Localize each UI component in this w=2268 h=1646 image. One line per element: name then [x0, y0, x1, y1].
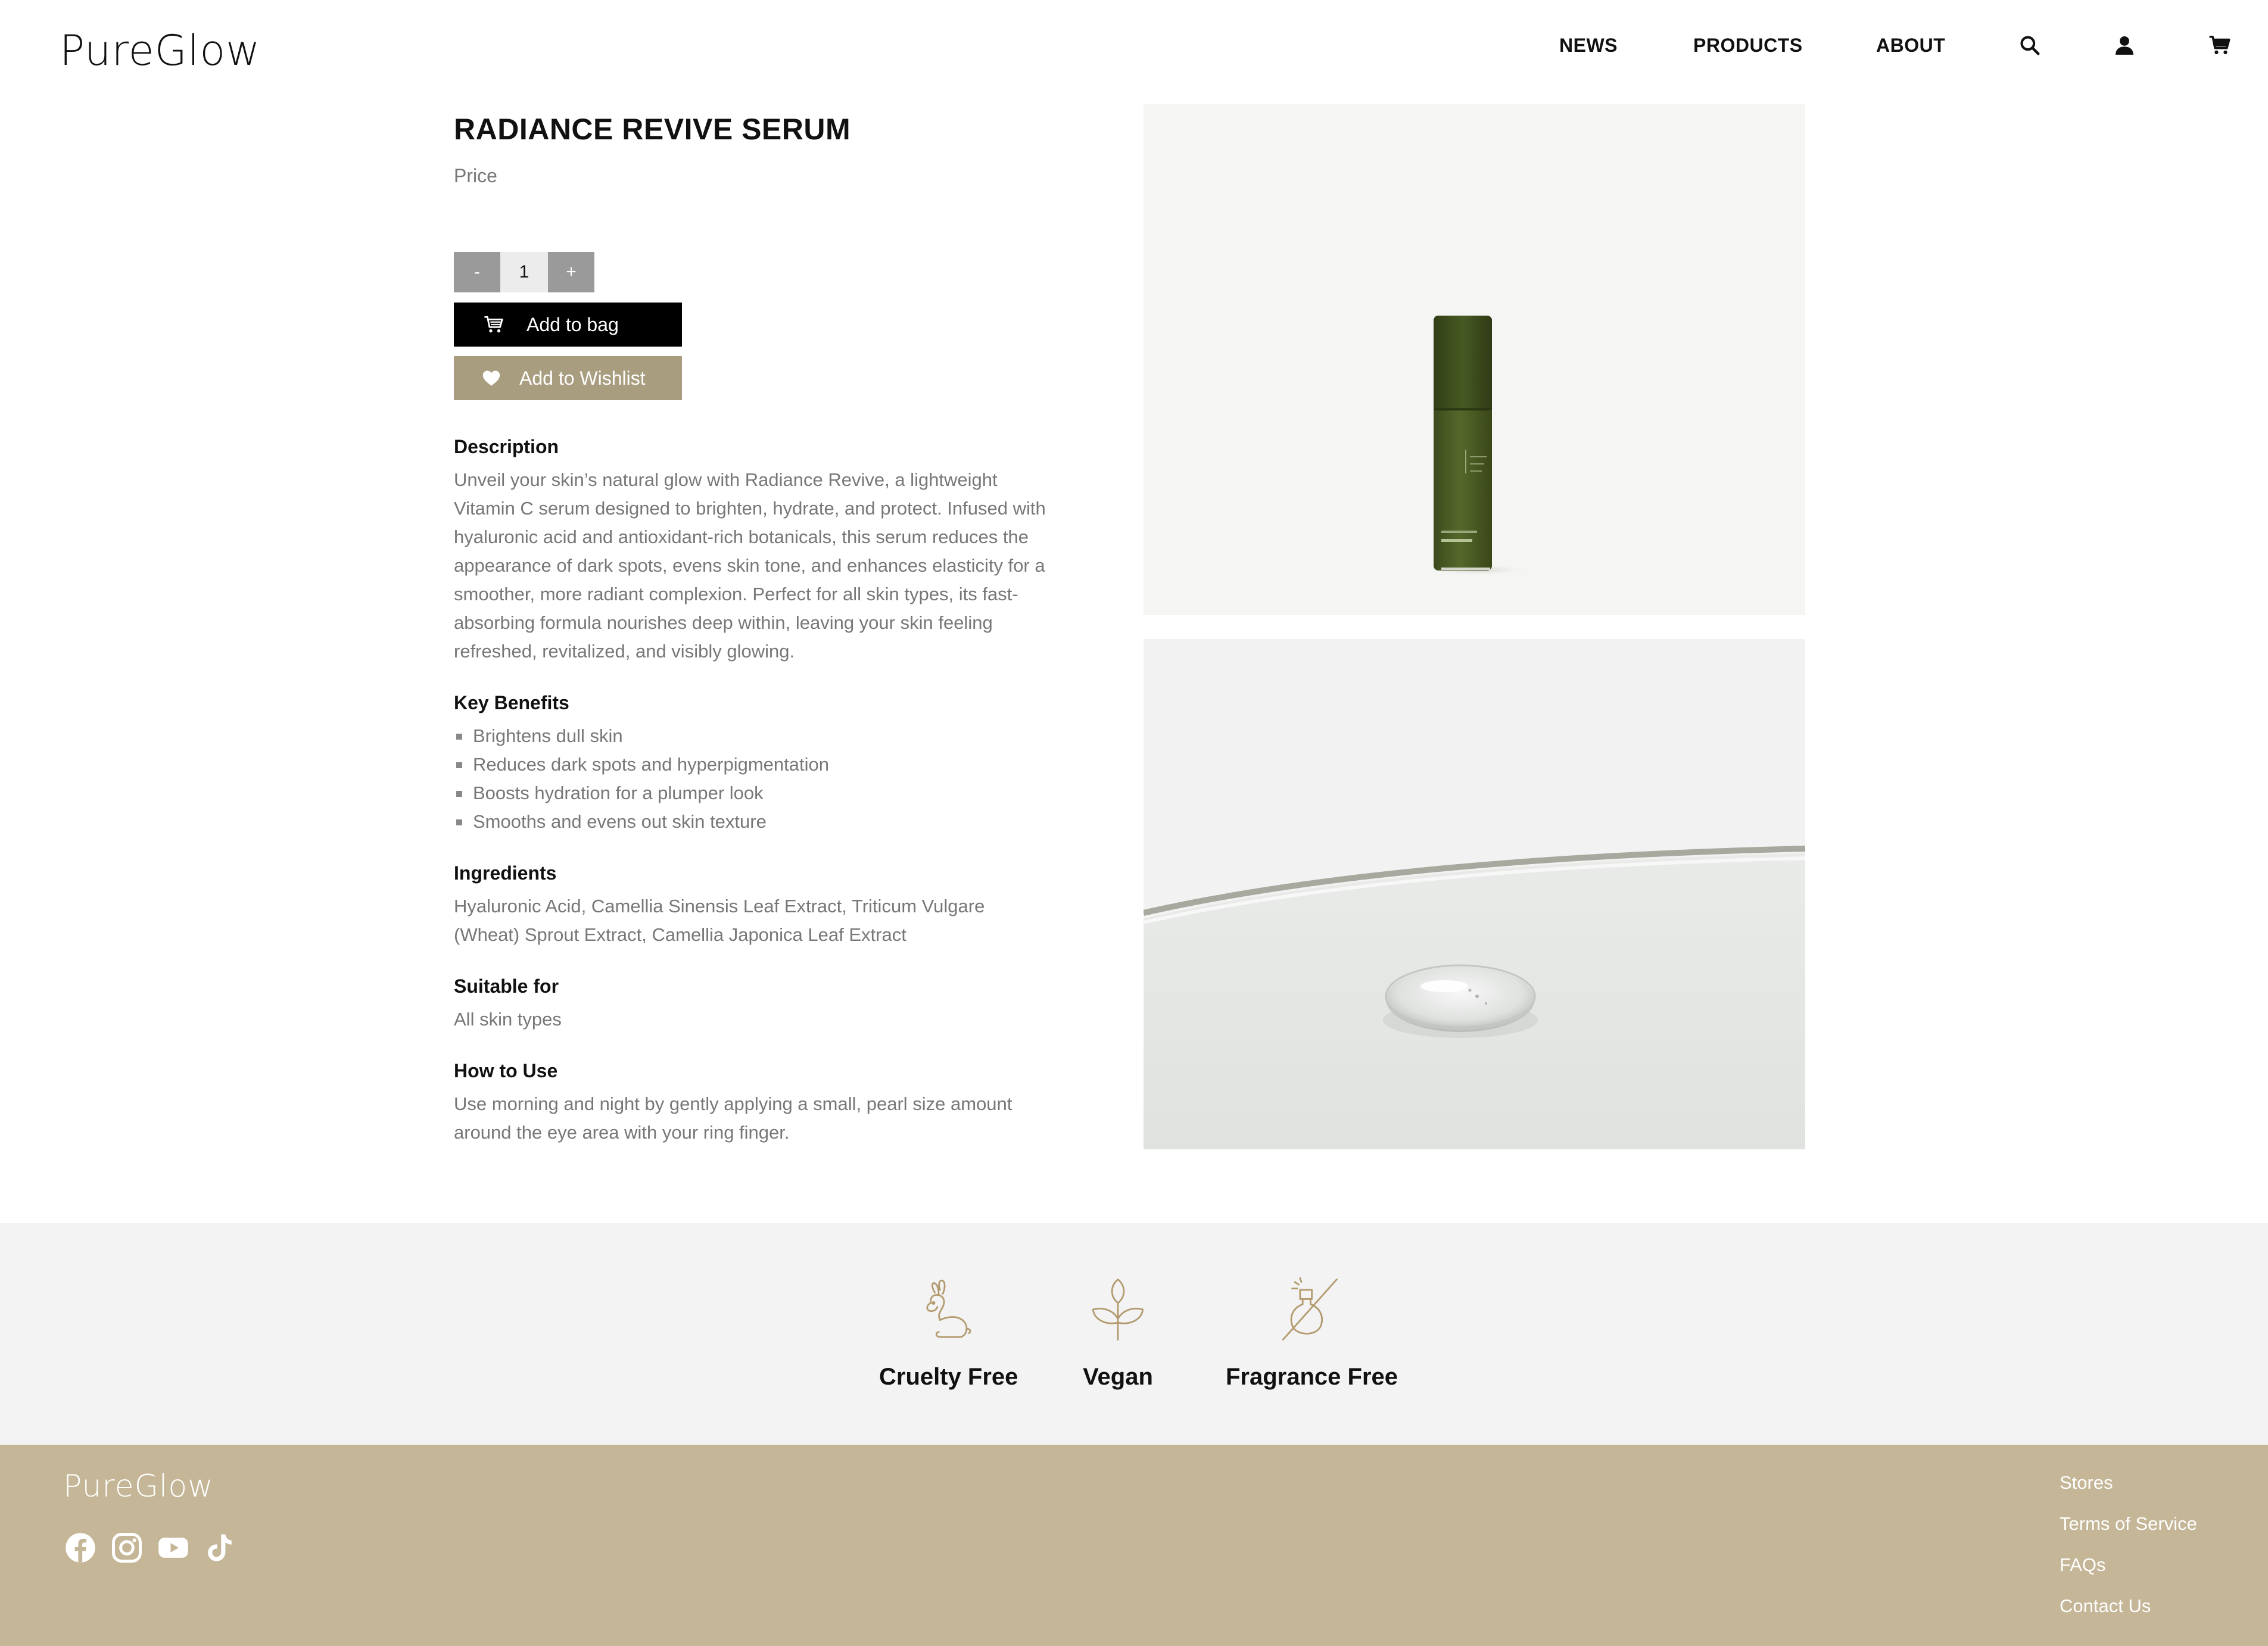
footer-link-terms[interactable]: Terms of Service — [2060, 1512, 2197, 1536]
description-section: Description Unveil your skin’s natural g… — [454, 434, 1049, 666]
ingredients-text: Hyaluronic Acid, Camellia Sinensis Leaf … — [454, 896, 985, 945]
heart-icon — [482, 370, 500, 386]
description-text: Unveil your skin’s natural glow with Rad… — [454, 469, 1046, 662]
how-to-use-heading: How to Use — [454, 1060, 558, 1081]
suitable-heading: Suitable for — [454, 975, 559, 997]
youtube-icon[interactable] — [157, 1532, 189, 1564]
suitable-section: Suitable for All skin types — [454, 973, 1049, 1034]
tiktok-icon[interactable] — [204, 1532, 236, 1564]
facebook-icon[interactable] — [64, 1532, 96, 1564]
footer-link-contact[interactable]: Contact Us — [2060, 1594, 2197, 1618]
quantity-stepper: - 1 + — [454, 252, 594, 292]
benefit-item: Smooths and evens out skin texture — [454, 808, 1049, 836]
suitable-text: All skin types — [454, 1009, 562, 1030]
benefits-section: Key Benefits Brightens dull skin Reduces… — [454, 690, 1049, 836]
badge-label: Vegan — [1083, 1364, 1153, 1390]
add-to-bag-label: Add to bag — [526, 314, 619, 335]
add-to-wishlist-button[interactable]: Add to Wishlist — [454, 356, 682, 400]
search-icon[interactable] — [2017, 32, 2043, 58]
product-badges: Cruelty Free Vegan Fragrance Free — [0, 1223, 2268, 1445]
no-fragrance-icon — [1282, 1277, 1338, 1341]
badge-vegan: Vegan — [1083, 1277, 1153, 1392]
footer-links: Stores Terms of Service FAQs Contact Us — [2060, 1471, 2197, 1635]
leaf-icon — [1092, 1279, 1144, 1341]
description-heading: Description — [454, 436, 559, 457]
cart-icon[interactable] — [2207, 32, 2233, 58]
ingredients-section: Ingredients Hyaluronic Acid, Camellia Si… — [454, 860, 1049, 949]
badge-label: Fragrance Free — [1226, 1364, 1398, 1390]
benefit-item: Reduces dark spots and hyperpigmentation — [454, 750, 1049, 779]
product-title: RADIANCE REVIVE SERUM — [454, 113, 851, 146]
benefit-item: Boosts hydration for a plumper look — [454, 779, 1049, 808]
add-to-bag-button[interactable]: Add to bag — [454, 303, 682, 347]
badge-cruelty-free: Cruelty Free — [879, 1277, 1018, 1392]
social-links — [64, 1532, 250, 1564]
cart-icon — [484, 316, 503, 333]
product-price: Price — [454, 165, 497, 186]
nav-products[interactable]: PRODUCTS — [1693, 33, 1803, 57]
instagram-icon[interactable] — [111, 1532, 143, 1564]
site-header: PureGlow NEWS PRODUCTS ABOUT — [0, 0, 2268, 101]
product-image-bottle[interactable] — [1144, 104, 1805, 615]
user-icon[interactable] — [2111, 32, 2138, 58]
quantity-decrease-button[interactable]: - — [454, 252, 500, 292]
rabbit-icon — [926, 1279, 971, 1338]
nav-about[interactable]: ABOUT — [1876, 33, 1945, 57]
quantity-input[interactable]: 1 — [500, 252, 548, 292]
footer-link-faqs[interactable]: FAQs — [2060, 1553, 2197, 1577]
product-info: RADIANCE REVIVE SERUM Price — [454, 110, 1049, 188]
footer-logo[interactable]: PureGlow — [63, 1467, 214, 1505]
ingredients-heading: Ingredients — [454, 862, 557, 884]
add-to-wishlist-label: Add to Wishlist — [519, 367, 646, 389]
footer-link-stores[interactable]: Stores — [2060, 1471, 2197, 1495]
product-page: PureGlow NEWS PRODUCTS ABOUT RADIANCE RE… — [0, 0, 2268, 1646]
quantity-increase-button[interactable]: + — [548, 252, 594, 292]
benefits-list: Brightens dull skin Reduces dark spots a… — [454, 722, 1049, 836]
product-image-texture[interactable] — [1144, 639, 1805, 1149]
site-logo[interactable]: PureGlow — [60, 24, 260, 77]
how-to-use-section: How to Use Use morning and night by gent… — [454, 1058, 1049, 1147]
site-footer: PureGlow Stores Terms of Service FAQs Co… — [0, 1445, 2268, 1646]
badge-fragrance-free: Fragrance Free — [1226, 1277, 1398, 1392]
how-to-use-text: Use morning and night by gently applying… — [454, 1093, 1012, 1143]
nav-news[interactable]: NEWS — [1559, 33, 1618, 57]
badge-label: Cruelty Free — [879, 1364, 1018, 1390]
product-details: Description Unveil your skin’s natural g… — [454, 434, 1049, 1147]
benefits-heading: Key Benefits — [454, 692, 569, 713]
benefit-item: Brightens dull skin — [454, 722, 1049, 750]
